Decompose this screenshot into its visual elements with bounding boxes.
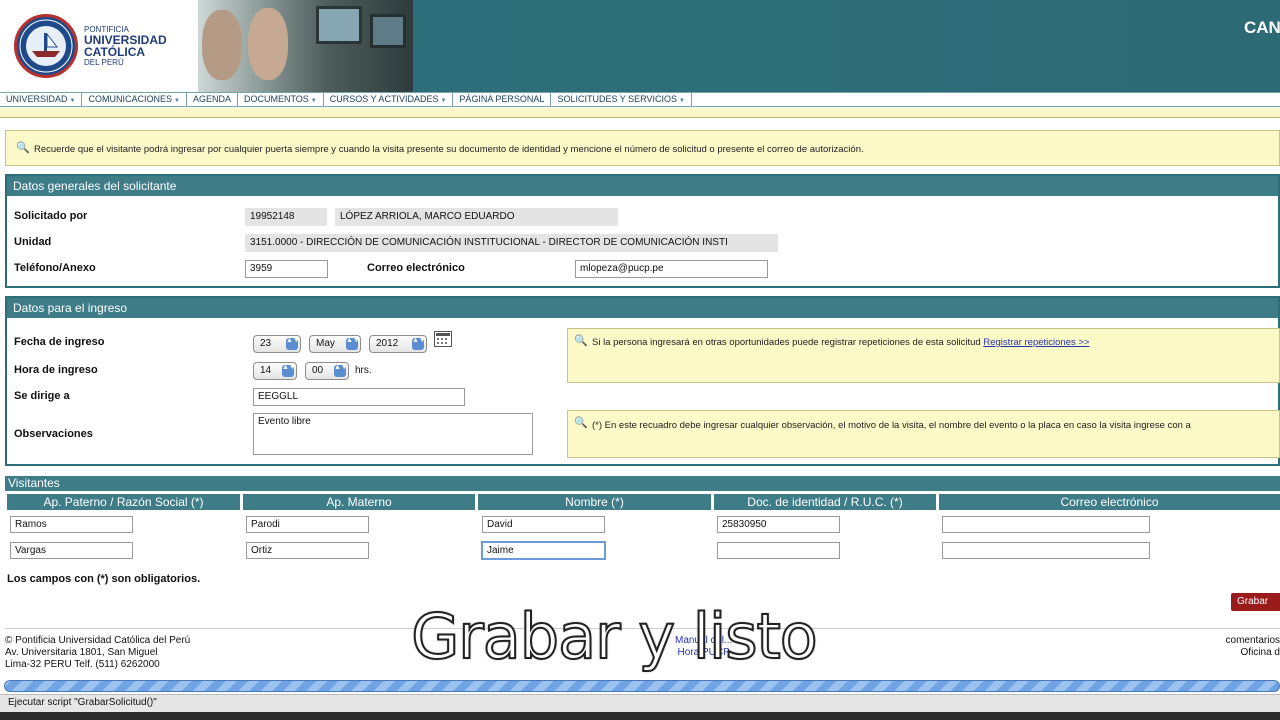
main-nav: UNIVERSIDAD ▼ COMUNICACIONES ▼ AGENDA DOCU… <box>0 92 1280 107</box>
hrs-label: hrs. <box>355 365 372 376</box>
col-header-ap-paterno: Ap. Paterno / Razón Social (*) <box>7 494 240 510</box>
observaciones-info-box: 🔍 (*) En este recuadro debe ingresar cua… <box>567 410 1280 458</box>
telefono-input[interactable]: 3959 <box>245 260 328 278</box>
updown-icon: ▲▼ <box>282 364 296 377</box>
bottom-edge <box>0 712 1280 720</box>
year-select[interactable]: 2012 ▲▼ <box>369 335 427 353</box>
visitor2-ap-materno-input[interactable]: Ortiz <box>246 542 369 559</box>
caret-down-icon: ▼ <box>678 98 685 104</box>
brand-line3: CATÓLICA <box>84 45 146 59</box>
visitor1-correo-input[interactable] <box>942 516 1150 533</box>
dirige-input[interactable]: EEGGLL <box>253 388 465 406</box>
magnifier-icon: 🔍 <box>574 417 588 429</box>
header-right-text: CAN <box>1244 18 1280 37</box>
dirige-label: Se dirige a <box>14 390 70 402</box>
section-title: Datos generales del solicitante <box>7 176 1278 196</box>
visitor1-doc-input[interactable]: 25830950 <box>717 516 840 533</box>
unidad-field: 3151.0000 - DIRECCIÓN DE COMUNICACIÓN IN… <box>245 234 778 252</box>
unidad-label: Unidad <box>14 236 52 248</box>
visitor2-correo-input[interactable] <box>942 542 1150 559</box>
required-note: Los campos con (*) son obligatorios. <box>7 573 201 585</box>
correo-input[interactable]: mlopeza@pucp.pe <box>575 260 768 278</box>
video-caption: Grabar y listo <box>410 599 818 674</box>
updown-icon: ▲▼ <box>286 337 300 350</box>
nav-item-universidad[interactable]: UNIVERSIDAD ▼ <box>0 93 83 107</box>
browser-status-bar: Ejecutar script "GrabarSolicitud()" <box>0 694 1280 712</box>
university-seal-icon <box>14 14 78 78</box>
visitor2-nombre-input[interactable]: Jaime <box>481 541 606 560</box>
visitor1-ap-paterno-input[interactable]: Ramos <box>10 516 133 533</box>
hora-label: Hora de ingreso <box>14 364 98 376</box>
brand-line4: DEL PERÚ <box>84 58 124 67</box>
nav-item-documentos[interactable]: DOCUMENTOS ▼ <box>238 93 324 107</box>
header-photo <box>198 0 413 92</box>
visitor2-ap-paterno-input[interactable]: Vargas <box>10 542 133 559</box>
footer-comentarios-link[interactable]: comentarios <box>1222 635 1280 647</box>
updown-icon: ▲▼ <box>334 364 348 377</box>
fecha-label: Fecha de ingreso <box>14 336 105 348</box>
registrar-repeticiones-link[interactable]: Registrar repeticiones >> <box>983 337 1089 348</box>
col-header-nombre: Nombre (*) <box>478 494 711 510</box>
col-header-doc-identidad: Doc. de identidad / R.U.C. (*) <box>714 494 936 510</box>
nav-item-comunicaciones[interactable]: COMUNICACIONES ▼ <box>82 93 187 107</box>
observaciones-textarea[interactable]: Evento libre <box>253 413 533 455</box>
notice-box: 🔍 Recuerde que el visitante podrá ingres… <box>5 130 1280 166</box>
observaciones-label: Observaciones <box>14 428 93 440</box>
nav-item-solicitudes[interactable]: SOLICITUDES Y SERVICIOS ▼ <box>551 93 692 107</box>
caret-down-icon: ▼ <box>69 98 76 104</box>
loading-progress-bar <box>4 680 1280 692</box>
nombre-field: LÓPEZ ARRIOLA, MARCO EDUARDO <box>335 208 618 226</box>
observaciones-info-text: (*) En este recuadro debe ingresar cualq… <box>592 420 1191 431</box>
logo-area[interactable]: PONTIFICIA UNIVERSIDAD CATÓLICA DEL PERÚ <box>0 0 200 92</box>
magnifier-icon: 🔍 <box>574 335 588 347</box>
caret-down-icon: ▼ <box>440 98 447 104</box>
caret-down-icon: ▼ <box>173 98 180 104</box>
nav-item-pagina-personal[interactable]: PÁGINA PERSONAL <box>453 93 552 107</box>
magnifier-icon: 🔍 <box>16 142 30 154</box>
telefono-label: Teléfono/Anexo <box>14 262 96 274</box>
visitor1-nombre-input[interactable]: David <box>482 516 605 533</box>
notice-text: Recuerde que el visitante podrá ingresar… <box>34 144 864 155</box>
col-header-correo: Correo electrónico <box>939 494 1280 510</box>
minute-select[interactable]: 00 ▲▼ <box>305 362 349 380</box>
repeticiones-info-box: 🔍 Si la persona ingresará en otras oport… <box>567 328 1280 383</box>
nav-item-cursos[interactable]: CURSOS Y ACTIVIDADES ▼ <box>324 93 454 107</box>
col-header-ap-materno: Ap. Materno <box>243 494 475 510</box>
hour-select[interactable]: 14 ▲▼ <box>253 362 297 380</box>
updown-icon: ▲▼ <box>412 337 426 350</box>
repeticiones-info-text: Si la persona ingresará en otras oportun… <box>592 337 981 348</box>
nav-item-agenda[interactable]: AGENDA <box>187 93 238 107</box>
updown-icon: ▲▼ <box>346 337 360 350</box>
day-select[interactable]: 23 ▲▼ <box>253 335 301 353</box>
calendar-icon[interactable] <box>434 331 452 347</box>
visitantes-title: Visitantes <box>5 476 1280 491</box>
section-title: Datos para el ingreso <box>7 298 1278 318</box>
nav-substrip <box>0 108 1280 118</box>
codigo-field: 19952148 <box>245 208 327 226</box>
footer-oficina-text: Oficina d <box>1240 647 1280 658</box>
footer-right: comentarios Oficina d <box>1222 635 1280 659</box>
month-select[interactable]: May ▲▼ <box>309 335 361 353</box>
correo-label: Correo electrónico <box>367 262 465 274</box>
university-name: PONTIFICIA UNIVERSIDAD CATÓLICA DEL PERÚ <box>84 25 194 67</box>
grabar-button[interactable]: Grabar <box>1231 593 1280 611</box>
visitor2-doc-input[interactable] <box>717 542 840 559</box>
solicitado-label: Solicitado por <box>14 210 88 222</box>
caret-down-icon: ▼ <box>310 98 317 104</box>
visitor1-ap-materno-input[interactable]: Parodi <box>246 516 369 533</box>
